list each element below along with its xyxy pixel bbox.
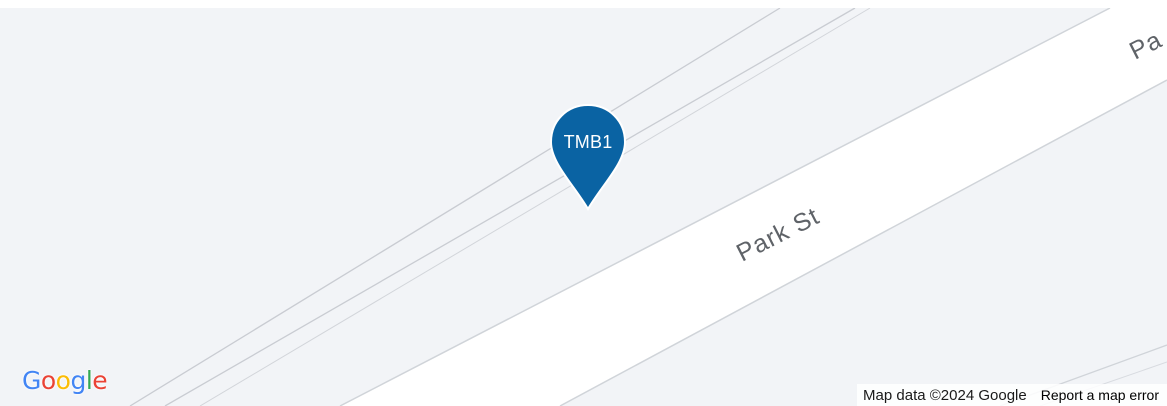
- report-map-error-link[interactable]: Report a map error: [1041, 387, 1159, 403]
- road-park-st: [340, 8, 1167, 406]
- google-logo: Google: [22, 366, 108, 396]
- map-footer: Map data ©2024 Google Report a map error: [857, 384, 1167, 406]
- logo-letter: G: [22, 366, 41, 395]
- logo-letter: o: [55, 366, 71, 395]
- map-pin-icon: [549, 103, 627, 211]
- road-edge: [559, 79, 1167, 406]
- logo-letter: e: [92, 366, 108, 395]
- map-canvas[interactable]: Park St Pa TMB1 Google Map data ©2024 Go…: [0, 0, 1167, 406]
- marker-label: TMB1: [563, 132, 613, 152]
- map-marker[interactable]: TMB1: [548, 103, 628, 211]
- logo-letter: g: [70, 366, 86, 395]
- map-top-edge: [0, 0, 1167, 8]
- logo-letter: o: [40, 366, 56, 395]
- map-data-attribution: Map data ©2024 Google: [863, 386, 1027, 404]
